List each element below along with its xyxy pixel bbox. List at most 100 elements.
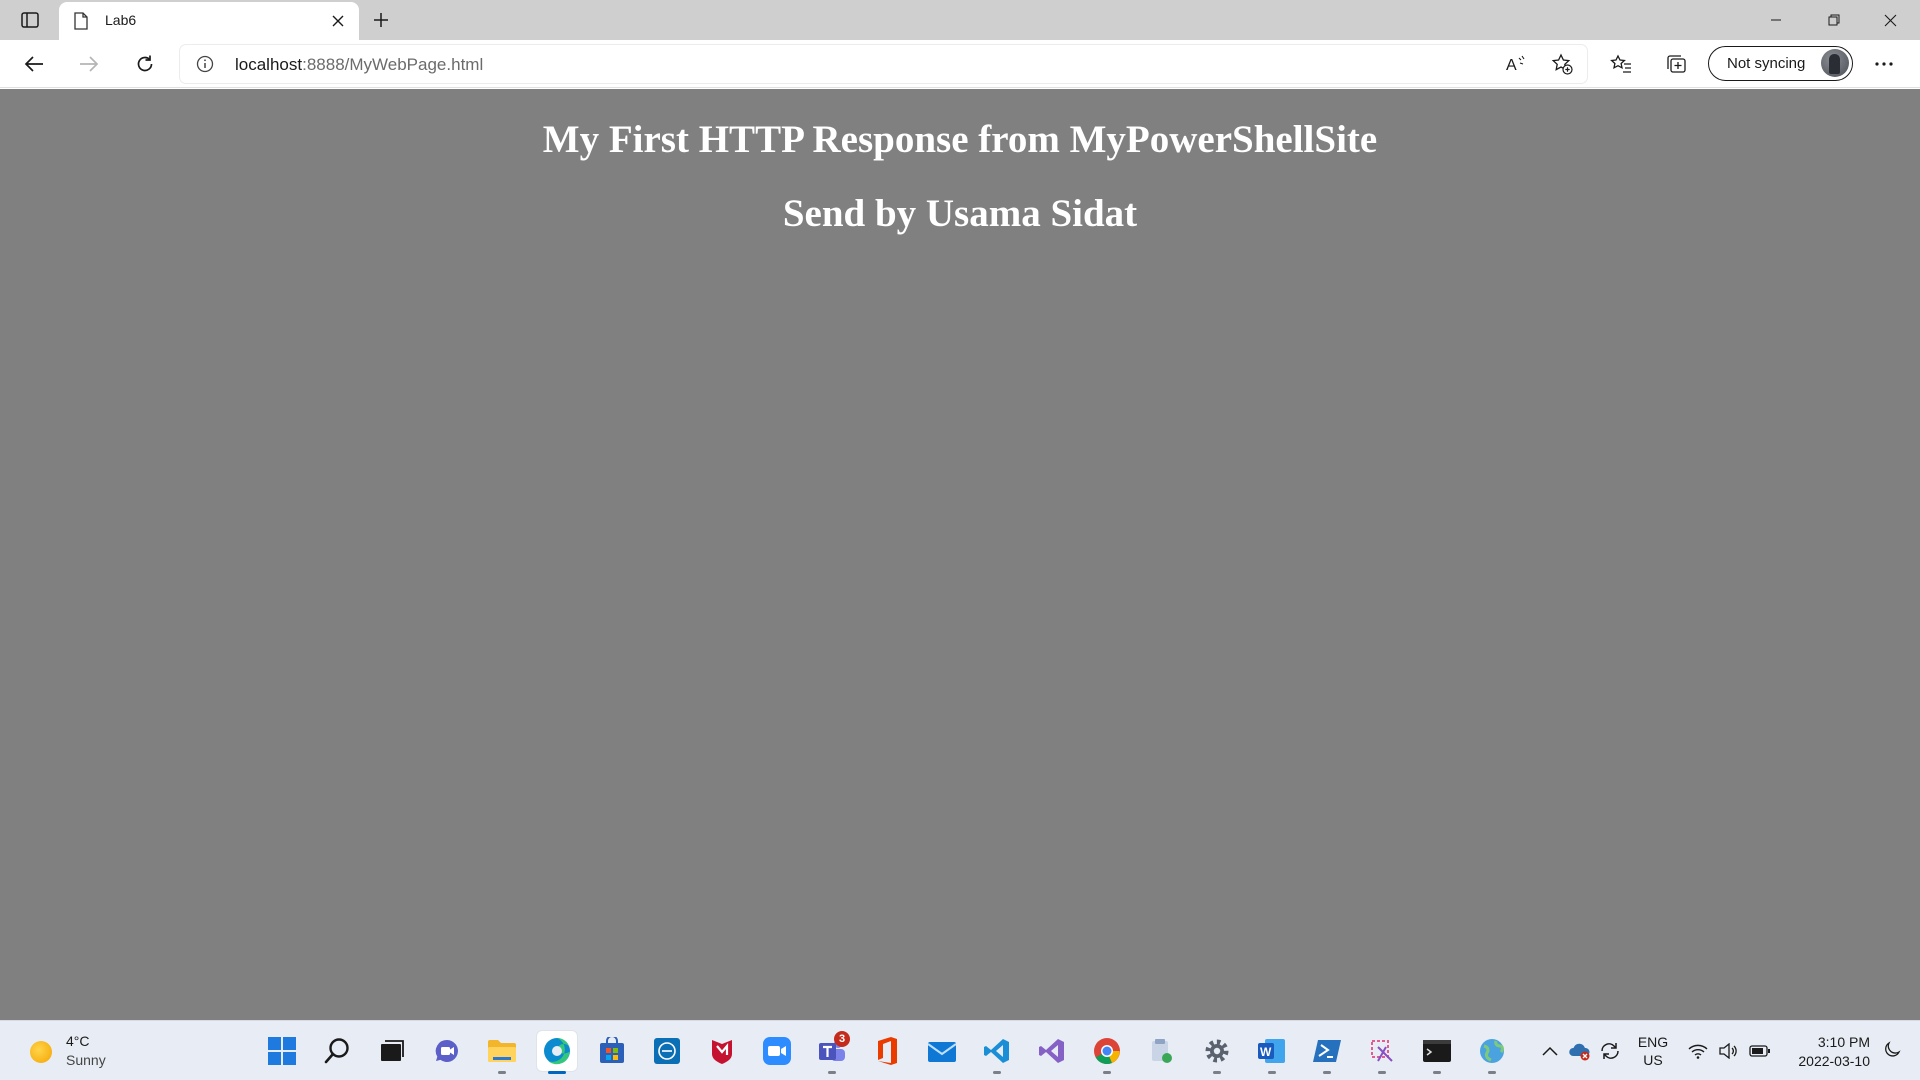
forward-button[interactable] <box>71 47 107 81</box>
running-indicator <box>1103 1071 1111 1074</box>
url-text: localhost:8888/MyWebPage.html <box>235 55 483 75</box>
show-hidden-icons-button[interactable] <box>1538 1039 1562 1063</box>
refresh-button[interactable] <box>127 47 163 81</box>
teams-app[interactable]: 3 <box>812 1031 852 1074</box>
close-icon <box>1884 14 1896 26</box>
chrome-icon <box>1094 1038 1120 1065</box>
clock-time: 3:10 PM <box>1817 1034 1870 1050</box>
installer-icon <box>1152 1039 1172 1063</box>
running-indicator <box>548 1071 566 1074</box>
weather-condition: Sunny <box>66 1052 106 1068</box>
plus-icon <box>374 13 388 27</box>
visual-studio-icon <box>1039 1039 1064 1063</box>
wifi-tray-icon[interactable] <box>1686 1039 1710 1063</box>
svg-text:A: A <box>1506 57 1517 74</box>
terminal-app[interactable] <box>1417 1031 1457 1074</box>
settings-app[interactable] <box>1197 1031 1237 1074</box>
dell-app[interactable] <box>647 1031 687 1071</box>
battery-tray-icon[interactable] <box>1748 1039 1772 1063</box>
office-app[interactable] <box>867 1031 907 1071</box>
tab-actions-button[interactable] <box>14 6 46 34</box>
page-heading-primary: My First HTTP Response from MyPowerShell… <box>542 118 1378 161</box>
notification-center-button[interactable] <box>1880 1037 1904 1063</box>
store-app[interactable] <box>592 1031 632 1071</box>
search-icon <box>324 1038 349 1064</box>
close-icon <box>332 15 344 27</box>
start-button[interactable] <box>262 1031 302 1071</box>
sync-status: Not syncing <box>1727 55 1806 72</box>
restore-button[interactable] <box>1806 0 1862 40</box>
refresh-icon <box>137 55 153 72</box>
chrome-app[interactable] <box>1087 1031 1127 1074</box>
sun-icon <box>30 1041 52 1063</box>
restore-icon <box>1828 14 1840 26</box>
visual-studio-app[interactable] <box>1032 1031 1072 1071</box>
office-icon <box>878 1037 897 1065</box>
page-heading-secondary: Send by Usama Sidat <box>782 192 1138 235</box>
word-app[interactable]: W <box>1252 1031 1292 1074</box>
collections-button[interactable] <box>1658 47 1694 81</box>
running-indicator <box>1323 1071 1331 1074</box>
svg-text:W: W <box>1260 1045 1272 1059</box>
address-bar[interactable]: localhost:8888/MyWebPage.html A <box>180 45 1587 83</box>
web-page-content: My First HTTP Response from MyPowerShell… <box>0 89 1920 1020</box>
back-button[interactable] <box>16 47 52 81</box>
file-explorer-app[interactable] <box>482 1031 522 1074</box>
input-language-indicator[interactable]: ENG US <box>1636 1033 1670 1069</box>
info-icon[interactable] <box>196 55 214 73</box>
language-code: ENG <box>1637 1034 1669 1050</box>
taskbar: 4°C Sunny 3 W ENG US 3:10 PM 2022-03-10 <box>0 1020 1920 1080</box>
sync-icon <box>1601 1043 1619 1059</box>
close-window-button[interactable] <box>1862 0 1918 40</box>
network-app[interactable] <box>1472 1031 1512 1074</box>
tab-close-button[interactable] <box>327 10 349 32</box>
volume-icon <box>1719 1043 1737 1059</box>
powershell-app[interactable] <box>1307 1031 1347 1074</box>
cloud-error-icon <box>1569 1043 1590 1061</box>
globe-icon <box>1480 1039 1504 1063</box>
vscode-app[interactable] <box>977 1031 1017 1074</box>
chat-button[interactable] <box>427 1031 467 1071</box>
task-view-button[interactable] <box>372 1031 412 1071</box>
edge-icon <box>544 1038 570 1065</box>
mail-icon <box>927 1042 957 1062</box>
video-camera-icon <box>763 1037 791 1065</box>
favorites-button[interactable] <box>1603 47 1639 81</box>
sync-tray-icon[interactable] <box>1598 1039 1622 1063</box>
gear-icon <box>1205 1039 1229 1063</box>
tab-title: Lab6 <box>105 12 137 28</box>
system-clock[interactable]: 3:10 PM 2022-03-10 <box>1786 1033 1870 1071</box>
mcafee-app[interactable] <box>702 1031 742 1071</box>
onedrive-tray-icon[interactable] <box>1568 1039 1592 1063</box>
weather-temperature: 4°C <box>66 1033 90 1049</box>
region-code: US <box>1643 1052 1663 1068</box>
snipping-tool-app[interactable] <box>1362 1031 1402 1074</box>
mcafee-icon <box>712 1040 732 1064</box>
search-button[interactable] <box>317 1031 357 1071</box>
terminal-icon <box>1423 1040 1451 1062</box>
read-aloud-button[interactable]: A <box>1501 51 1531 77</box>
profile-sync-button[interactable]: Not syncing <box>1708 46 1853 81</box>
collections-icon <box>1667 55 1686 73</box>
tab-lab6[interactable]: Lab6 <box>59 2 359 40</box>
volume-tray-icon[interactable] <box>1716 1039 1740 1063</box>
dell-icon <box>654 1038 680 1064</box>
mail-app[interactable] <box>922 1031 962 1071</box>
settings-more-button[interactable] <box>1866 47 1902 81</box>
add-favorite-button[interactable] <box>1547 51 1577 77</box>
snipping-icon <box>1371 1040 1393 1062</box>
avatar <box>1821 49 1849 77</box>
new-tab-button[interactable] <box>366 6 396 34</box>
weather-widget[interactable]: 4°C Sunny <box>26 1031 146 1071</box>
vscode-icon <box>984 1039 1009 1063</box>
star-add-icon <box>1551 53 1573 75</box>
minimize-button[interactable] <box>1748 0 1804 40</box>
running-indicator <box>498 1071 506 1074</box>
zoom-app[interactable] <box>757 1031 797 1071</box>
installer-app[interactable] <box>1142 1031 1182 1071</box>
running-indicator <box>1378 1071 1386 1074</box>
task-view-icon <box>381 1040 404 1061</box>
edge-app[interactable] <box>537 1031 577 1074</box>
running-indicator <box>828 1071 836 1074</box>
folder-icon <box>488 1040 516 1062</box>
